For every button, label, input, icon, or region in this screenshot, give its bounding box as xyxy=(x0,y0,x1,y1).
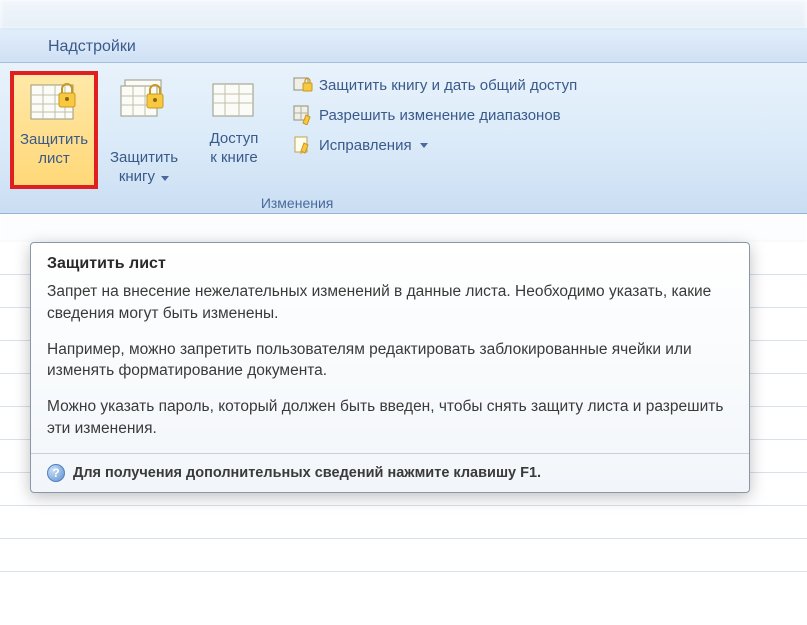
protect-share-icon xyxy=(293,75,313,95)
protect-and-share-button[interactable]: Защитить книгу и дать общий доступ xyxy=(286,71,584,99)
worksheet-grid[interactable]: Защитить лист Запрет на внесение нежелат… xyxy=(0,242,807,582)
dropdown-arrow-icon xyxy=(420,143,428,148)
track-changes-label: Исправления xyxy=(319,137,412,154)
small-commands: Защитить книгу и дать общий доступ Разре… xyxy=(280,71,584,189)
share-workbook-label: Доступ к книге xyxy=(210,130,259,168)
allow-ranges-icon xyxy=(293,105,313,125)
group-label-changes: Изменения xyxy=(10,195,584,211)
formula-bar xyxy=(0,214,807,242)
tooltip-f1-hint: Для получения дополнительных сведений на… xyxy=(73,465,541,481)
share-workbook-icon xyxy=(208,76,260,126)
protect-sheet-button[interactable]: Защитить лист xyxy=(10,71,98,189)
protect-sheet-icon xyxy=(28,77,80,127)
track-changes-icon xyxy=(293,135,313,155)
tooltip-paragraph: Запрет на внесение нежелательных изменен… xyxy=(47,281,733,324)
tooltip-footer: ? Для получения дополнительных сведений … xyxy=(31,453,749,492)
ribbon: Защитить лист Защитить книгу xyxy=(0,63,807,214)
protect-share-label: Защитить книгу и дать общий доступ xyxy=(319,77,577,94)
allow-edit-ranges-button[interactable]: Разрешить изменение диапазонов xyxy=(286,101,584,129)
protect-sheet-label: Защитить лист xyxy=(20,131,88,169)
help-icon: ? xyxy=(47,464,65,482)
grid-row xyxy=(0,539,807,572)
super-tooltip: Защитить лист Запрет на внесение нежелат… xyxy=(30,242,750,493)
group-changes: Защитить лист Защитить книгу xyxy=(6,71,588,211)
window-titlebar xyxy=(0,0,807,28)
ribbon-tabs: Надстройки xyxy=(0,28,807,63)
protect-workbook-icon xyxy=(118,76,170,126)
tab-addins[interactable]: Надстройки xyxy=(36,32,148,62)
tooltip-paragraph: Например, можно запретить пользователям … xyxy=(47,339,733,382)
tooltip-body: Запрет на внесение нежелательных изменен… xyxy=(31,281,749,453)
protect-workbook-button[interactable]: Защитить книгу xyxy=(100,71,188,189)
tooltip-title: Защитить лист xyxy=(31,243,749,281)
allow-ranges-label: Разрешить изменение диапазонов xyxy=(319,107,561,124)
share-workbook-button[interactable]: Доступ к книге xyxy=(190,71,278,189)
tooltip-paragraph: Можно указать пароль, который должен быт… xyxy=(47,396,733,439)
dropdown-arrow-icon xyxy=(161,176,169,181)
group-row: Защитить лист Защитить книгу xyxy=(10,71,584,189)
protect-workbook-label: Защитить книгу xyxy=(110,130,178,186)
track-changes-button[interactable]: Исправления xyxy=(286,131,584,159)
grid-row xyxy=(0,506,807,539)
